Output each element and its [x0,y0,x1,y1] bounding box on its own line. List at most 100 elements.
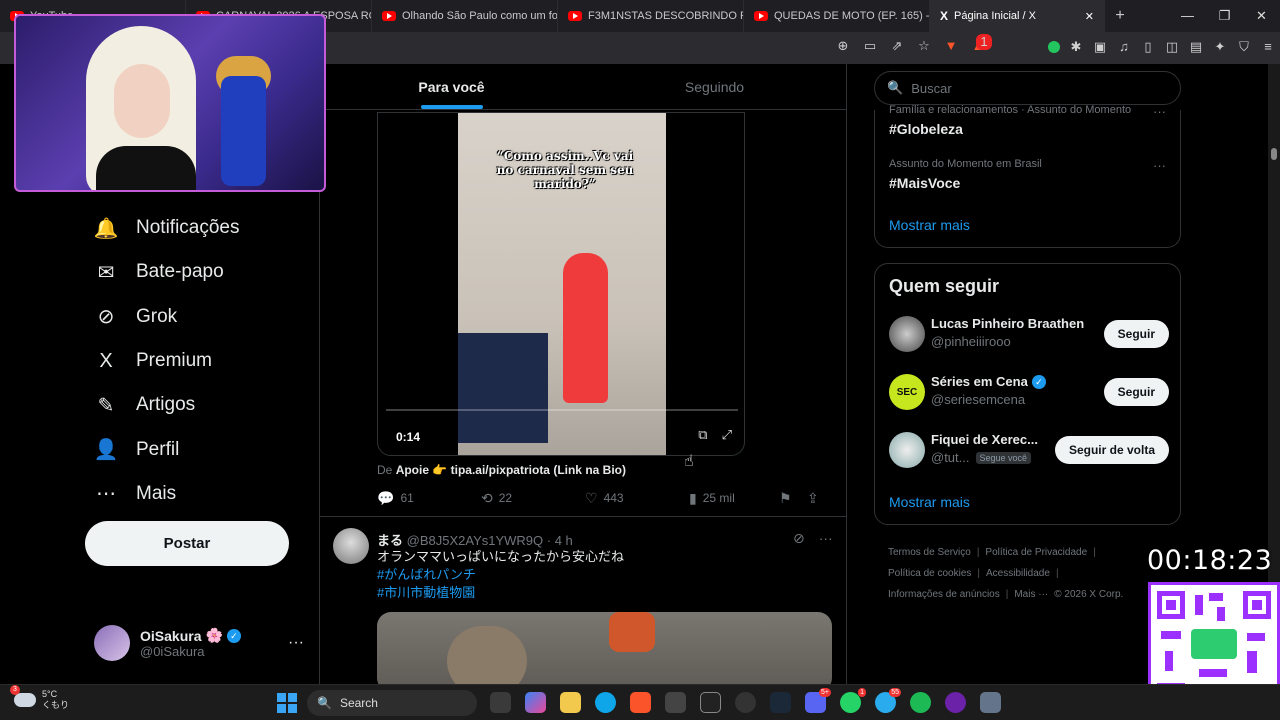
file-explorer-icon[interactable] [560,692,581,713]
reading-icon[interactable]: ▯ [1140,39,1156,55]
video-player[interactable]: “Como assim..Vc vai no carnaval sem seu … [377,112,745,456]
reply-button[interactable]: 💬 61 [377,490,481,507]
show-more-link[interactable]: Mostrar mais [889,217,970,233]
nav-item-notifications[interactable]: 🔔 Notificações [92,206,240,250]
bookmark-button[interactable]: ⚑ [779,490,807,507]
trend-name[interactable]: #Globeleza [889,121,963,137]
sidebar-icon[interactable]: ◫ [1164,39,1180,55]
whatsapp-icon[interactable]: 1 [840,688,866,713]
store-icon[interactable] [665,692,686,713]
menu-icon[interactable]: ≡ [1260,39,1276,55]
close-tab-icon[interactable]: ✕ [1085,10,1094,23]
footer-more-link[interactable]: Mais ··· [1014,589,1048,600]
search-input[interactable]: 🔍 Buscar [874,71,1181,105]
video-progress-bar[interactable] [386,409,738,411]
wallet-icon[interactable]: ▤ [1188,39,1204,55]
follow-suggestion[interactable]: Lucas Pinheiro Braathen @pinheiiirooo Se… [889,314,1169,354]
avatar[interactable] [889,432,925,468]
steam-icon[interactable] [770,692,791,713]
footer-link[interactable]: Política de Privacidade [985,547,1087,558]
maximize-button[interactable]: ❐ [1206,8,1243,24]
fullscreen-icon[interactable]: ⤢ [722,427,732,443]
show-more-link[interactable]: Mostrar mais [889,494,970,510]
nav-item-more[interactable]: ⋯ Mais [92,472,240,516]
follow-button[interactable]: Seguir [1103,320,1169,348]
copilot-icon[interactable] [525,692,546,713]
account-name[interactable]: Fiquei de Xerec... [931,432,1038,447]
brave-icon[interactable] [630,692,651,713]
more-icon[interactable]: ··· [1153,158,1166,173]
trend-name[interactable]: #MaisVoce [889,175,960,191]
screenshot-icon[interactable]: ▣ [1092,39,1108,55]
browser-tab[interactable]: QUEDAS DE MOTO (EP. 165) - You [744,0,930,32]
new-tab-button[interactable]: + [1105,7,1135,25]
minimize-button[interactable]: — [1169,8,1206,24]
leo-ai-icon[interactable]: ✦ [1212,39,1228,55]
repost-button[interactable]: ⟲ 22 [481,490,585,507]
browser-tab[interactable]: F3M1NSTAS DESCOBRINDO PORQ [558,0,744,32]
capcut-icon[interactable] [700,692,721,713]
avatar[interactable]: SEC [889,374,925,410]
brave-shields-icon[interactable]: ▼ [943,38,959,54]
hashtag-link[interactable]: #市川市動植物園 [377,584,827,602]
follow-suggestion[interactable]: SEC Séries em Cena ✓ @seriesemcena Seguir [889,372,1169,412]
footer-link[interactable]: Informações de anúncios [888,589,1000,600]
footer-link[interactable]: Política de cookies [888,568,971,579]
views-button[interactable]: ▮ 25 mil [689,490,779,507]
nav-item-grok[interactable]: ⊘ Grok [92,295,240,339]
source-link[interactable]: Apoie 👉 tipa.ai/pixpatriota (Link na Bio… [396,463,626,477]
tab-for-you[interactable]: Para você [320,64,583,109]
zoom-icon[interactable]: ⊕ [835,38,851,54]
discord-icon[interactable]: 5+ [805,688,831,713]
brave-rewards-icon[interactable]: ▲1 [970,34,992,54]
edge-icon[interactable] [595,692,616,713]
post-image[interactable] [377,612,832,692]
hashtag-link[interactable]: #がんばれパンチ [377,566,827,584]
video-source[interactable]: De Apoie 👉 tipa.ai/pixpatriota (Link na … [377,463,626,477]
scrollbar-thumb[interactable] [1271,148,1277,160]
weather-widget[interactable]: 3 5°C くもり [10,685,69,711]
cast-icon[interactable]: ▭ [862,38,878,54]
nav-item-articles[interactable]: ✎ Artigos [92,383,240,427]
vpn-icon[interactable]: ⛉ [1236,39,1252,55]
task-view-icon[interactable] [490,692,511,713]
bookmark-star-icon[interactable]: ☆ [916,38,932,54]
settings-gear-icon[interactable] [980,692,1001,713]
extensions-icon[interactable]: ✱ [1068,39,1084,55]
nav-item-profile[interactable]: 👤 Perfil [92,427,240,471]
media-icon[interactable]: ♫ [1116,39,1132,55]
follow-suggestion[interactable]: Fiquei de Xerec... @tut... Segue você Seg… [889,430,1169,470]
follow-button[interactable]: Seguir [1103,378,1169,406]
author-name[interactable]: まる [377,533,403,548]
close-window-button[interactable]: ✕ [1243,8,1280,24]
app-icon[interactable] [945,692,966,713]
nav-item-premium[interactable]: X Premium [92,339,240,383]
grok-icon[interactable]: ⊘ [793,530,805,547]
like-button[interactable]: ♡ 443 [585,490,689,507]
share-icon[interactable]: ⇗ [889,38,905,54]
windows-start-icon[interactable] [277,693,297,713]
account-name[interactable]: Lucas Pinheiro Braathen [931,316,1084,331]
more-icon[interactable]: ··· [1153,104,1166,119]
vpn-status-icon[interactable] [1048,41,1060,53]
taskbar-search[interactable]: 🔍 Search [307,690,477,716]
browser-tab[interactable]: Olhando São Paulo como um fotó [372,0,558,32]
account-name-row[interactable]: Séries em Cena ✓ [931,374,1046,389]
telegram-icon[interactable]: 55 [875,688,901,713]
post-button[interactable]: Postar [85,521,289,566]
footer-link[interactable]: Termos de Serviço [888,547,971,558]
footer-link[interactable]: Acessibilidade [986,568,1050,579]
nav-item-chat[interactable]: ✉ Bate-papo [92,250,240,294]
avatar[interactable] [333,528,369,564]
spotify-icon[interactable] [910,692,931,713]
follow-back-button[interactable]: Seguir de volta [1054,436,1169,464]
obs-icon[interactable] [735,692,756,713]
tab-following[interactable]: Seguindo [583,64,846,109]
more-icon[interactable]: ··· [819,530,833,547]
account-switcher[interactable]: OiSakura 🌸 ✓ @0iSakura ··· [94,622,304,664]
share-button[interactable]: ⇪ [807,490,819,507]
pip-icon[interactable]: ⧉ [698,427,707,443]
browser-tab-active[interactable]: X Página Inicial / X ✕ [930,0,1105,32]
more-icon[interactable]: ··· [288,634,304,652]
avatar[interactable] [889,316,925,352]
